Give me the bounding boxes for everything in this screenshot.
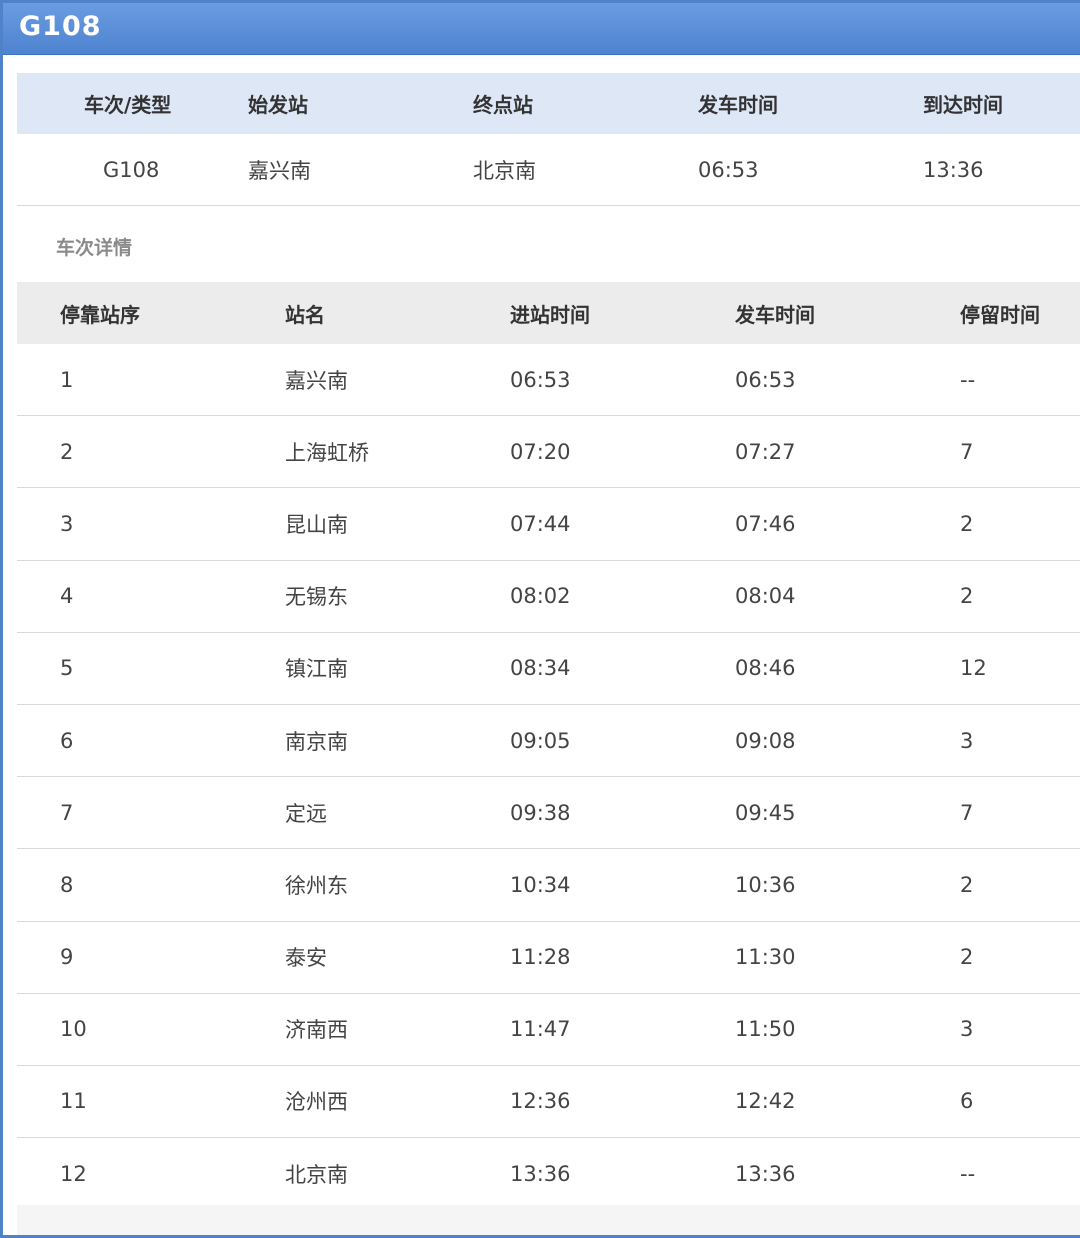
summary-header-row: 车次/类型 始发站 终点站 发车时间 到达时间: [17, 73, 1080, 134]
row-seq: 12: [60, 1161, 87, 1186]
row-depart-time: 09:08: [735, 728, 796, 753]
table-row: 5 镇江南 08:34 08:46 12: [17, 633, 1080, 705]
row-stop-duration: --: [960, 367, 976, 392]
row-seq: 11: [60, 1089, 87, 1114]
row-station: 南京南: [285, 729, 348, 754]
panel-content: 车次/类型 始发站 终点站 发车时间 到达时间 G108 嘉兴南 北京南 06:…: [17, 55, 1080, 1235]
row-depart-time: 06:53: [735, 367, 796, 392]
table-row: 6 南京南 09:05 09:08 3: [17, 705, 1080, 778]
row-arrive-time: 07:44: [510, 511, 571, 536]
summary-header-origin: 始发站: [248, 93, 308, 117]
row-depart-time: 11:30: [735, 945, 796, 970]
row-station: 无锡东: [285, 585, 348, 610]
title-bar: G108: [3, 3, 1080, 55]
row-seq: 10: [60, 1017, 87, 1042]
row-arrive-time: 06:53: [510, 367, 571, 392]
row-station: 沧州西: [285, 1090, 348, 1115]
row-arrive-time: 12:36: [510, 1089, 571, 1114]
row-station: 济南西: [285, 1018, 348, 1043]
summary-arrive-time: 13:36: [923, 157, 984, 182]
row-seq: 2: [60, 439, 74, 464]
details-header-depart: 发车时间: [735, 302, 815, 327]
row-arrive-time: 11:28: [510, 945, 571, 970]
row-station: 嘉兴南: [285, 368, 348, 393]
row-station: 北京南: [285, 1162, 348, 1187]
details-table-body: 1 嘉兴南 06:53 06:53 -- 2 上海虹桥 07:20 07:27 7 3 昆山南 07:4…: [17, 344, 1080, 1211]
row-stop-duration: 3: [960, 728, 974, 753]
train-info-panel: G108 车次/类型 始发站 终点站 发车时间 到达时间 G108 嘉兴南 北京…: [0, 0, 1080, 1238]
row-station: 徐州东: [285, 873, 348, 898]
row-station: 昆山南: [285, 512, 348, 537]
row-seq: 1: [60, 367, 74, 392]
summary-origin-station: 嘉兴南: [248, 158, 311, 183]
row-station: 定远: [285, 801, 327, 826]
row-seq: 7: [60, 800, 74, 825]
summary-header-depart: 发车时间: [698, 93, 778, 117]
details-header-row: 停靠站序 站名 进站时间 发车时间 停留时间: [17, 282, 1080, 344]
row-station: 镇江南: [285, 657, 348, 682]
table-row: 12 北京南 13:36 13:36 --: [17, 1138, 1080, 1211]
row-depart-time: 08:46: [735, 656, 796, 681]
row-arrive-time: 08:02: [510, 584, 571, 609]
table-row: 4 无锡东 08:02 08:04 2: [17, 561, 1080, 633]
row-stop-duration: 7: [960, 439, 974, 464]
table-row: 3 昆山南 07:44 07:46 2: [17, 488, 1080, 561]
row-arrive-time: 09:05: [510, 728, 571, 753]
row-seq: 3: [60, 511, 74, 536]
row-arrive-time: 09:38: [510, 800, 571, 825]
details-header-arrive: 进站时间: [510, 302, 590, 327]
summary-header-train: 车次/类型: [84, 93, 172, 117]
table-row: 7 定远 09:38 09:45 7: [17, 777, 1080, 850]
details-header-seq: 停靠站序: [60, 302, 140, 327]
row-stop-duration: 3: [960, 1017, 974, 1042]
row-depart-time: 11:50: [735, 1017, 796, 1042]
table-row: 11 沧州西 12:36 12:42 6: [17, 1066, 1080, 1139]
footer-strip: [17, 1205, 1080, 1235]
row-stop-duration: --: [960, 1161, 976, 1186]
row-arrive-time: 11:47: [510, 1017, 571, 1042]
summary-header-arrive: 到达时间: [923, 93, 1003, 117]
panel-title: G108: [19, 11, 102, 42]
row-depart-time: 07:27: [735, 439, 796, 464]
row-depart-time: 09:45: [735, 800, 796, 825]
row-depart-time: 10:36: [735, 872, 796, 897]
details-header-station: 站名: [285, 302, 325, 327]
table-row: 2 上海虹桥 07:20 07:27 7: [17, 416, 1080, 489]
summary-train-number: G108: [103, 157, 160, 182]
row-seq: 5: [60, 656, 74, 681]
row-station: 泰安: [285, 946, 327, 971]
row-arrive-time: 08:34: [510, 656, 571, 681]
row-arrive-time: 07:20: [510, 439, 571, 464]
row-stop-duration: 2: [960, 511, 974, 536]
row-stop-duration: 2: [960, 872, 974, 897]
row-arrive-time: 13:36: [510, 1161, 571, 1186]
row-station: 上海虹桥: [285, 440, 369, 465]
summary-terminal-station: 北京南: [473, 158, 536, 183]
row-depart-time: 08:04: [735, 584, 796, 609]
row-stop-duration: 12: [960, 656, 987, 681]
summary-depart-time: 06:53: [698, 157, 759, 182]
row-seq: 8: [60, 872, 74, 897]
table-row: 1 嘉兴南 06:53 06:53 --: [17, 344, 1080, 417]
summary-header-terminal: 终点站: [473, 93, 533, 117]
row-depart-time: 07:46: [735, 511, 796, 536]
row-seq: 6: [60, 728, 74, 753]
table-row: 8 徐州东 10:34 10:36 2: [17, 849, 1080, 922]
row-seq: 4: [60, 584, 74, 609]
table-row: 10 济南西 11:47 11:50 3: [17, 994, 1080, 1066]
row-arrive-time: 10:34: [510, 872, 571, 897]
details-header-stop: 停留时间: [960, 302, 1040, 327]
row-seq: 9: [60, 945, 74, 970]
table-row: 9 泰安 11:28 11:30 2: [17, 922, 1080, 994]
row-stop-duration: 6: [960, 1089, 974, 1114]
details-section-label: 车次详情: [56, 237, 133, 259]
row-stop-duration: 7: [960, 800, 974, 825]
row-depart-time: 13:36: [735, 1161, 796, 1186]
row-stop-duration: 2: [960, 584, 974, 609]
row-stop-duration: 2: [960, 945, 974, 970]
summary-row: G108 嘉兴南 北京南 06:53 13:36: [17, 134, 1080, 206]
row-depart-time: 12:42: [735, 1089, 796, 1114]
